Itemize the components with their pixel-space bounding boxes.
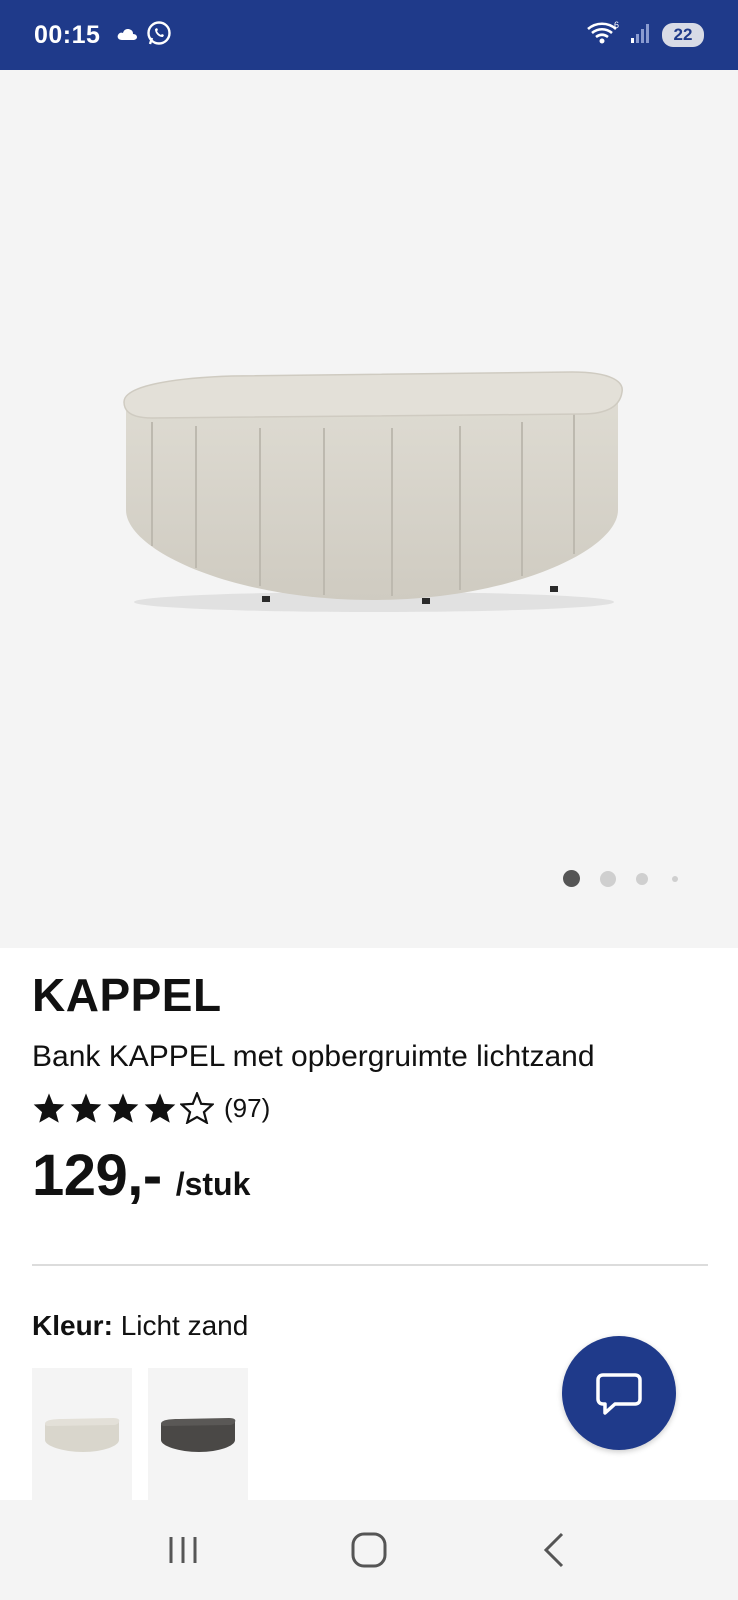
- chat-button[interactable]: [562, 1336, 676, 1450]
- price-row: 129,- /stuk: [32, 1142, 708, 1209]
- color-swatches: [32, 1368, 248, 1504]
- color-value: Licht zand: [120, 1310, 249, 1341]
- wifi-icon: 6: [586, 20, 620, 50]
- back-button[interactable]: [525, 1520, 585, 1580]
- battery-indicator: 22: [662, 23, 704, 47]
- carousel-indicator: [563, 870, 678, 887]
- product-price: 129,-: [32, 1143, 162, 1208]
- back-icon: [543, 1532, 564, 1568]
- color-swatch-licht-zand[interactable]: [32, 1368, 132, 1504]
- whatsapp-icon: [146, 20, 172, 51]
- system-navigation-bar: [0, 1500, 738, 1600]
- home-button[interactable]: [339, 1520, 399, 1580]
- star-half-icon: [180, 1092, 214, 1124]
- carousel-dot[interactable]: [672, 875, 678, 882]
- divider: [32, 1264, 708, 1266]
- color-label: Kleur:: [32, 1310, 113, 1341]
- swatch-image: [161, 1418, 236, 1452]
- star-filled-icon: [144, 1093, 176, 1123]
- star-filled-icon: [107, 1093, 139, 1123]
- product-brand: KAPPEL: [32, 969, 222, 1021]
- cloud-icon: [116, 25, 138, 46]
- rating-stars: [32, 1092, 214, 1124]
- svg-text:6: 6: [614, 21, 619, 30]
- star-filled-icon: [70, 1093, 102, 1123]
- color-selection-label: Kleur: Licht zand: [32, 1310, 248, 1342]
- star-filled-icon: [33, 1093, 65, 1123]
- carousel-dot[interactable]: [600, 870, 616, 887]
- product-image: [123, 371, 623, 612]
- color-swatch-donkergrijs[interactable]: [148, 1368, 248, 1500]
- status-bar: 00:15 6 22: [0, 0, 738, 70]
- chat-bubble-icon: [596, 1373, 642, 1415]
- product-description: Bank KAPPEL met opbergruimte lichtzand: [32, 1040, 595, 1073]
- rating-count: (97): [224, 1092, 271, 1123]
- rating[interactable]: (97): [32, 1088, 708, 1128]
- swatch-image: [45, 1418, 120, 1452]
- product-info: KAPPEL Bank KAPPEL met opbergruimte lich…: [32, 948, 708, 1209]
- status-time: 00:15: [34, 20, 101, 49]
- carousel-dot[interactable]: [636, 872, 648, 885]
- home-icon: [351, 1532, 387, 1568]
- carousel-dot-active[interactable]: [563, 870, 580, 887]
- product-image-carousel[interactable]: [0, 70, 738, 948]
- price-unit: /stuk: [175, 1166, 251, 1202]
- recent-apps-button[interactable]: [153, 1520, 213, 1580]
- recent-apps-icon: [169, 1537, 197, 1563]
- signal-icon: [630, 22, 652, 49]
